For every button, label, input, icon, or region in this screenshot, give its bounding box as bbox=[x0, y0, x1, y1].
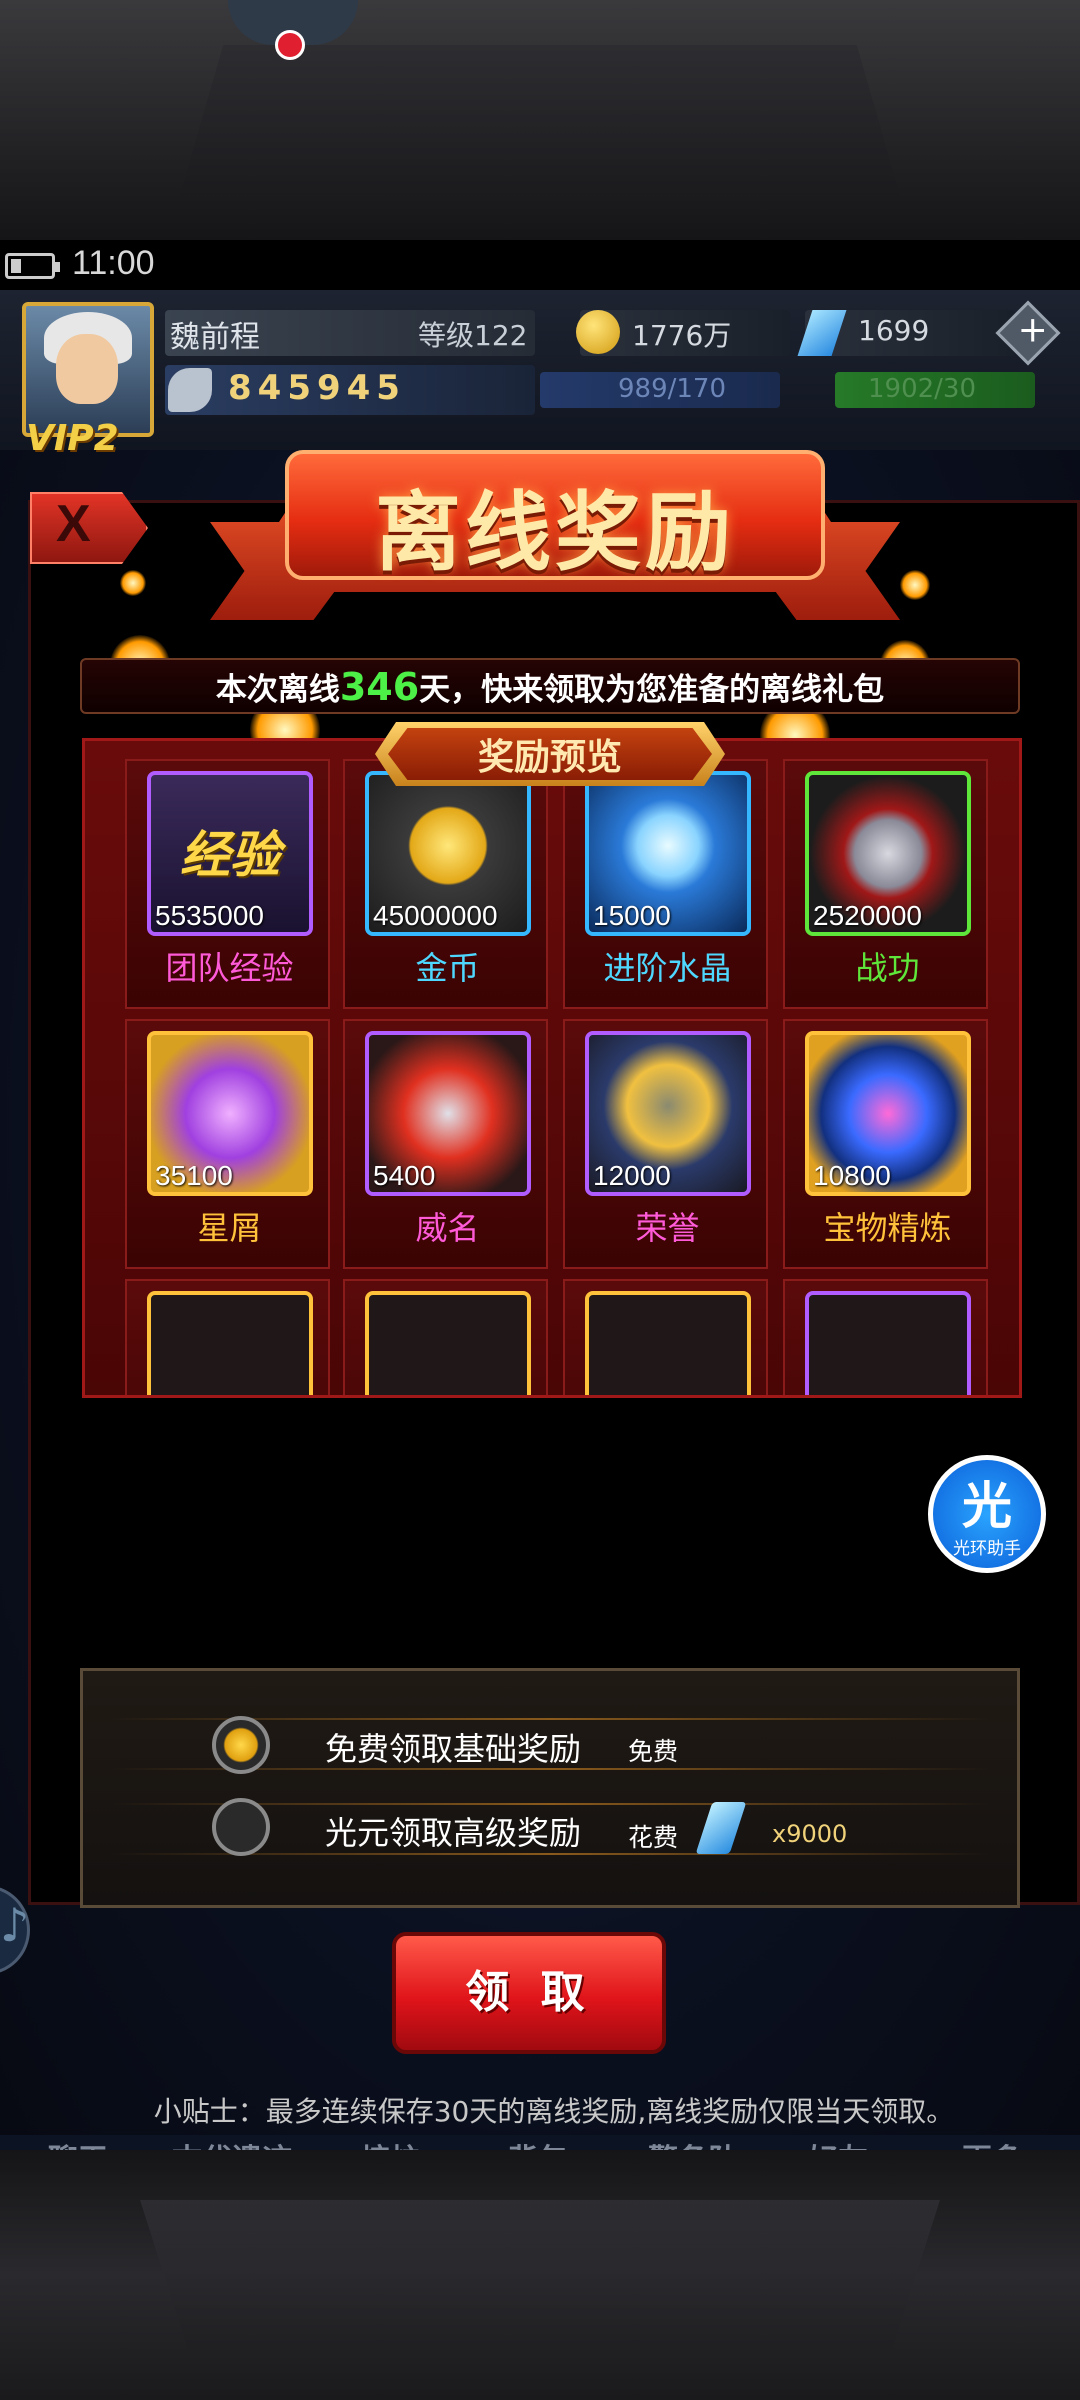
option-premium-label[interactable]: 光元领取高级奖励 bbox=[325, 1808, 581, 1854]
tip-text: 小贴士：最多连续保存30天的离线奖励,离线奖励仅限当天领取。 bbox=[153, 2095, 955, 2128]
honor-icon: 12000 bbox=[585, 1031, 751, 1196]
assistant-logo: 光 bbox=[962, 1477, 1012, 1535]
status-time: 11:00 bbox=[72, 244, 155, 282]
preview-label: 奖励预览 bbox=[477, 737, 622, 778]
reward-count: 10800 bbox=[813, 1160, 891, 1191]
vip-badge: VIP2 bbox=[26, 418, 119, 459]
avatar-face bbox=[56, 334, 118, 404]
menu-friends[interactable]: 好友 bbox=[808, 2135, 868, 2150]
music-note-icon: ♪ bbox=[0, 1898, 30, 1952]
prestige-icon: 5400 bbox=[365, 1031, 531, 1196]
reward-label: 荣誉 bbox=[635, 1209, 700, 1247]
player-level: 等级122 bbox=[418, 319, 528, 352]
menu-more[interactable]: 更多 bbox=[962, 2135, 1022, 2150]
option-free-cost: 免费 bbox=[628, 1737, 679, 1766]
medal-icon: 2520000 bbox=[805, 771, 971, 936]
close-icon: X bbox=[56, 495, 91, 553]
reward-count: 5400 bbox=[373, 1160, 436, 1191]
reward-count: 12000 bbox=[593, 1160, 671, 1191]
claim-button-label: 领 取 bbox=[465, 1967, 593, 2018]
option-premium-radio[interactable] bbox=[212, 1798, 270, 1856]
notification-dot bbox=[275, 30, 305, 60]
energy-blue-value: 989/170 bbox=[618, 374, 727, 404]
power-icon bbox=[168, 368, 212, 412]
reward-cell[interactable]: 12000 荣誉 bbox=[563, 1019, 768, 1269]
option-premium-cost: x9000 bbox=[772, 1820, 848, 1848]
reward-label: 星屑 bbox=[197, 1209, 262, 1247]
reward-icon-partial bbox=[585, 1291, 751, 1395]
energy-green-value: 1902/30 bbox=[868, 374, 977, 404]
reward-grid-panel: 经验 5535000 团队经验 45000000 金币 15000 进阶水晶 2520000 战… bbox=[82, 738, 1022, 1398]
gold-amount: 1776万 bbox=[632, 319, 732, 352]
reward-count: 15000 bbox=[593, 900, 671, 931]
frame-bottom-panel bbox=[140, 2200, 940, 2350]
sparkle bbox=[120, 570, 146, 596]
battery-icon bbox=[5, 253, 60, 279]
reward-cell[interactable]: 35100 星屑 bbox=[125, 1019, 330, 1269]
menu-guard[interactable]: 警备队 bbox=[648, 2135, 738, 2150]
offline-info-text: 本次离线346天，快来领取为您准备的离线礼包 bbox=[215, 665, 885, 709]
exp-icon: 经验 5535000 bbox=[147, 771, 313, 936]
reward-cell[interactable] bbox=[783, 1279, 988, 1395]
reward-cell[interactable]: 5400 威名 bbox=[343, 1019, 548, 1269]
status-bar: 11:00 bbox=[0, 240, 1080, 290]
icon-text: 经验 bbox=[180, 826, 280, 884]
sparkle bbox=[900, 570, 930, 600]
game-viewport: 11:00 VIP2 魏前程 等级122 845945 1776万 1699 9… bbox=[0, 240, 1080, 2150]
menu-forge[interactable]: 熔炉 bbox=[360, 2135, 420, 2150]
reward-count: 35100 bbox=[155, 1160, 233, 1191]
reward-label: 金币 bbox=[415, 949, 480, 987]
crystal-icon: 15000 bbox=[585, 771, 751, 936]
menu-bag[interactable]: 背包 bbox=[508, 2135, 568, 2150]
assistant-label: 光环助手 bbox=[953, 1539, 1021, 1559]
reward-icon-partial bbox=[147, 1291, 313, 1395]
reward-cell[interactable]: 45000000 金币 bbox=[343, 759, 548, 1009]
menu-chat[interactable]: 聊天 bbox=[48, 2135, 108, 2150]
stardust-icon: 35100 bbox=[147, 1031, 313, 1196]
treasure-orb-icon: 10800 bbox=[805, 1031, 971, 1196]
crystal-amount: 1699 bbox=[858, 314, 930, 347]
reward-icon-partial bbox=[805, 1291, 971, 1395]
reward-count: 5535000 bbox=[155, 900, 265, 931]
avatar[interactable] bbox=[22, 302, 154, 437]
player-name: 魏前程 bbox=[170, 320, 260, 355]
gold-coin-icon bbox=[576, 310, 620, 354]
dialog-title: 离线奖励 bbox=[375, 483, 735, 583]
reward-label: 宝物精炼 bbox=[823, 1209, 952, 1247]
offline-days: 346 bbox=[339, 665, 420, 709]
option-free-radio[interactable] bbox=[212, 1716, 270, 1774]
option-premium-cost-label: 花费 bbox=[628, 1823, 679, 1852]
reward-count: 2520000 bbox=[813, 900, 923, 931]
reward-cell[interactable]: 2520000 战功 bbox=[783, 759, 988, 1009]
option-free-label[interactable]: 免费领取基础奖励 bbox=[325, 1724, 581, 1770]
player-power: 845945 bbox=[228, 368, 406, 408]
claim-options-panel bbox=[80, 1668, 1020, 1908]
frame-top-panel bbox=[180, 45, 900, 195]
menu-ruins[interactable]: 古代遗迹 bbox=[172, 2135, 292, 2150]
reward-label: 进阶水晶 bbox=[603, 949, 732, 987]
reward-label: 团队经验 bbox=[165, 949, 294, 987]
reward-cell[interactable] bbox=[563, 1279, 768, 1395]
reward-cell[interactable] bbox=[125, 1279, 330, 1395]
reward-label: 战功 bbox=[855, 949, 920, 987]
gold-coin-icon: 45000000 bbox=[365, 771, 531, 936]
reward-count: 45000000 bbox=[373, 900, 498, 931]
reward-cell[interactable]: 15000 进阶水晶 bbox=[563, 759, 768, 1009]
reward-icon-partial bbox=[365, 1291, 531, 1395]
reward-cell[interactable] bbox=[343, 1279, 548, 1395]
reward-cell[interactable]: 10800 宝物精炼 bbox=[783, 1019, 988, 1269]
reward-label: 威名 bbox=[415, 1209, 480, 1247]
reward-cell[interactable]: 经验 5535000 团队经验 bbox=[125, 759, 330, 1009]
